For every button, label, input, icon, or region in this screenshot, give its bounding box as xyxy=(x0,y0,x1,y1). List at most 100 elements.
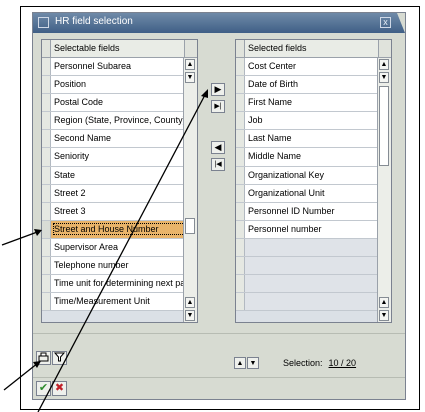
selected-field-row[interactable]: Personnel number xyxy=(236,220,377,239)
selected-field-row[interactable] xyxy=(236,238,377,258)
row-selector[interactable] xyxy=(236,202,245,220)
row-selector[interactable] xyxy=(42,112,51,130)
selected-field-row[interactable]: Organizational Key xyxy=(236,166,377,185)
print-icon[interactable] xyxy=(36,351,51,365)
selected-field-row[interactable] xyxy=(236,275,377,294)
left-scroll-down-button[interactable]: ▼ xyxy=(185,72,195,83)
selectable-field-row[interactable]: Street 2 xyxy=(42,184,183,203)
close-button[interactable]: x xyxy=(380,17,391,28)
selected-field-label: Date of Birth xyxy=(248,79,299,90)
row-selector[interactable] xyxy=(42,76,51,94)
scroll-down-button[interactable]: ▼ xyxy=(247,357,259,369)
row-selector[interactable] xyxy=(42,238,51,257)
filter-icon[interactable] xyxy=(52,351,67,365)
left-scroll-thumb[interactable] xyxy=(185,218,195,234)
left-scroll-page-down-button[interactable]: ▼ xyxy=(185,310,195,321)
row-selector[interactable] xyxy=(42,94,51,112)
row-selector[interactable] xyxy=(236,148,245,166)
selectable-field-row[interactable]: Street and House Number xyxy=(42,220,191,239)
scroll-up-button[interactable]: ▲ xyxy=(234,357,246,369)
row-selector[interactable] xyxy=(236,257,245,275)
selected-field-row[interactable]: Middle Name xyxy=(236,148,377,167)
left-scrollbar[interactable]: ▲ ▼ ▲ ▼ xyxy=(183,58,197,322)
row-selector[interactable] xyxy=(42,58,51,76)
selected-field-row[interactable]: Organizational Unit xyxy=(236,184,377,203)
right-scroll-thumb[interactable] xyxy=(379,86,389,166)
right-scroll-page-up-button[interactable]: ▲ xyxy=(379,297,389,308)
selected-field-label: Personnel ID Number xyxy=(248,205,335,216)
selected-field-row[interactable]: First Name xyxy=(236,94,377,113)
row-selector[interactable] xyxy=(236,112,245,130)
row-selector[interactable] xyxy=(236,220,245,238)
right-scroll-down-button[interactable]: ▼ xyxy=(379,72,389,83)
selectable-field-row[interactable]: Street 3 xyxy=(42,202,183,221)
window-title: HR field selection xyxy=(55,16,133,27)
selectable-field-row[interactable]: Region (State, Province, County) xyxy=(42,112,186,131)
add-all-fields-button[interactable]: ▶| xyxy=(211,100,225,113)
selectable-fields-title: Selectable fields xyxy=(54,43,120,53)
selectable-field-row[interactable]: Telephone number xyxy=(42,257,183,276)
row-selector[interactable] xyxy=(42,275,51,293)
row-selector[interactable] xyxy=(236,184,245,202)
row-selector[interactable] xyxy=(42,184,51,202)
row-selector[interactable] xyxy=(236,275,245,293)
selectable-field-label: Position xyxy=(54,79,87,90)
selectable-fields-list: Selectable fields Personnel Subarea Posit… xyxy=(41,39,198,323)
selectable-field-label: Telephone number xyxy=(54,260,129,271)
row-selector[interactable] xyxy=(236,166,245,184)
selectable-field-row[interactable]: Seniority xyxy=(42,148,183,167)
right-scroll-up-button[interactable]: ▲ xyxy=(379,59,389,70)
left-scroll-up-button[interactable]: ▲ xyxy=(185,59,195,70)
selected-field-label: Organizational Unit xyxy=(248,187,325,198)
row-selector[interactable] xyxy=(42,130,51,148)
row-selector[interactable] xyxy=(236,293,245,311)
row-selector[interactable] xyxy=(42,148,51,166)
selectable-field-row[interactable]: Position xyxy=(42,76,183,95)
select-all-column[interactable] xyxy=(42,40,51,57)
selected-field-label: Organizational Key xyxy=(248,169,325,180)
selected-field-row[interactable] xyxy=(236,257,377,276)
row-selector[interactable] xyxy=(236,130,245,148)
selected-field-row[interactable] xyxy=(236,293,377,312)
row-selector[interactable] xyxy=(42,166,51,184)
row-selector[interactable] xyxy=(236,76,245,94)
remove-all-fields-button[interactable]: |◀ xyxy=(211,158,225,171)
selectable-field-row[interactable]: Time unit for determining next pay xyxy=(42,275,190,294)
selectable-field-row[interactable]: State xyxy=(42,166,183,185)
selectable-field-row[interactable]: Second Name xyxy=(42,130,183,149)
separator xyxy=(33,377,405,378)
row-selector[interactable] xyxy=(236,58,245,76)
selectable-field-label: Street 3 xyxy=(54,205,86,216)
select-all-column[interactable] xyxy=(236,40,245,57)
right-scrollbar[interactable]: ▲ ▼ ▲ ▼ xyxy=(377,58,391,322)
selectable-field-row[interactable]: Supervisor Area xyxy=(42,238,183,258)
title-bar: HR field selection x xyxy=(33,13,405,33)
selectable-field-label: Time unit for determining next pay xyxy=(54,278,190,289)
cancel-button[interactable]: ✖ xyxy=(52,381,67,396)
selectable-field-row[interactable]: Personnel Subarea xyxy=(42,58,183,77)
row-selector[interactable] xyxy=(42,257,51,275)
add-field-button[interactable]: ▶ xyxy=(211,83,225,96)
selectable-field-row[interactable]: Time/Measurement Unit xyxy=(42,293,183,312)
remove-field-button[interactable]: ◀ xyxy=(211,141,225,154)
selected-field-row[interactable]: Job xyxy=(236,112,377,131)
row-selector[interactable] xyxy=(42,220,51,238)
ok-button[interactable]: ✔ xyxy=(36,381,51,396)
selected-field-row[interactable]: Date of Birth xyxy=(236,76,377,95)
separator xyxy=(33,333,405,334)
row-selector[interactable] xyxy=(236,238,245,257)
selected-field-label: First Name xyxy=(248,97,293,108)
row-selector[interactable] xyxy=(42,293,51,311)
left-scroll-page-up-button[interactable]: ▲ xyxy=(185,297,195,308)
selectable-field-row[interactable]: Postal Code xyxy=(42,94,183,113)
selectable-field-label: State xyxy=(54,169,76,180)
selectable-field-label: Personnel Subarea xyxy=(54,61,132,71)
right-scroll-page-down-button[interactable]: ▼ xyxy=(379,310,389,321)
hr-field-selection-dialog: HR field selection x Selectable fields P… xyxy=(32,12,406,400)
row-selector[interactable] xyxy=(42,202,51,220)
selected-field-row[interactable]: Last Name xyxy=(236,130,377,149)
selected-field-row[interactable]: Cost Center xyxy=(236,58,377,77)
selected-field-row[interactable]: Personnel ID Number xyxy=(236,202,377,221)
row-selector[interactable] xyxy=(236,94,245,112)
selected-field-label: Cost Center xyxy=(248,61,297,71)
